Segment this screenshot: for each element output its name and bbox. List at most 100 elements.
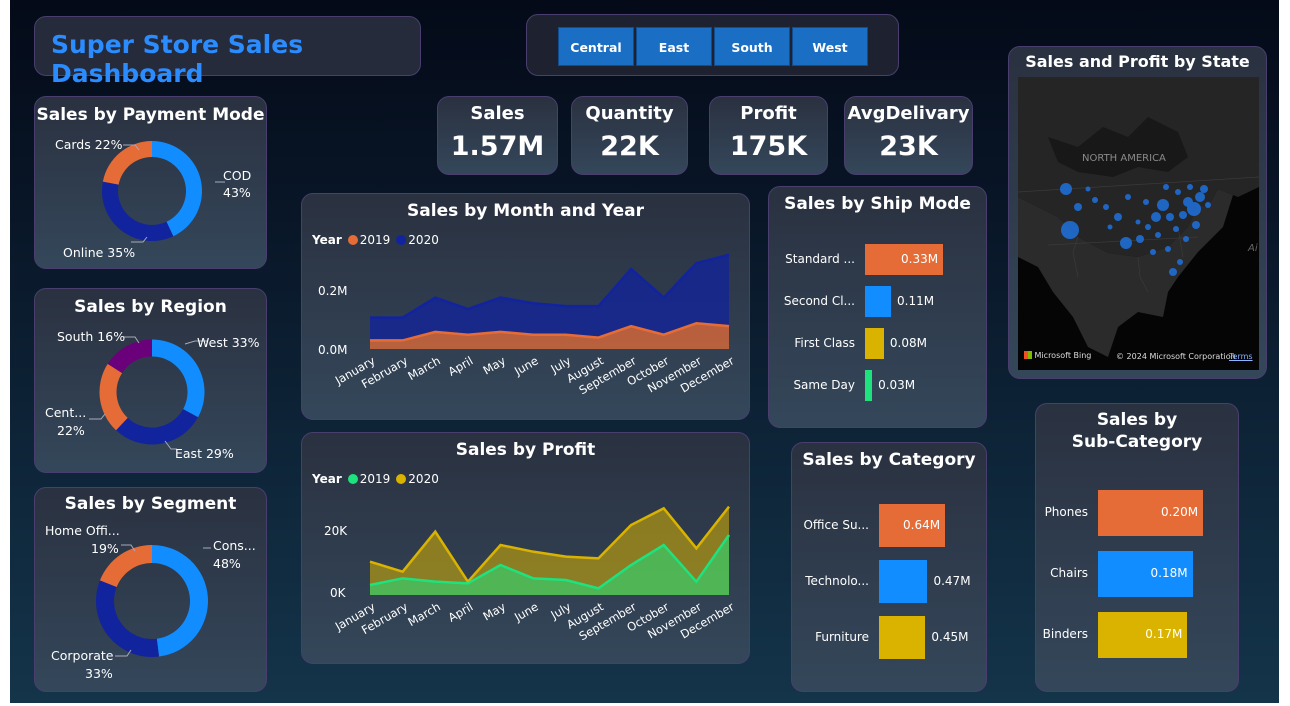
label-cards: Cards 22%: [55, 137, 123, 152]
bar-value-label: 0.03M: [878, 377, 916, 392]
x-tick-label: April: [446, 599, 476, 624]
x-tick-label: March: [405, 599, 442, 629]
profit-card[interactable]: Sales by Profit Year 2019 2020 20K 0K Janu…: [301, 432, 750, 664]
segment-card[interactable]: Sales by Segment Home Offi... 19% Cons..…: [34, 487, 267, 692]
bar-category-label: Phones: [1044, 505, 1088, 519]
bar-value-label: 0.64M: [903, 517, 941, 532]
bing-text: Microsoft Bing: [1034, 351, 1092, 360]
bar-category-label: Binders: [1042, 627, 1088, 641]
label-online: Online 35%: [63, 245, 136, 260]
label-east: East 29%: [175, 446, 234, 461]
bar-value-label: 0.08M: [889, 335, 927, 350]
donut-slice-east[interactable]: [116, 409, 199, 445]
bar-value-label: 0.45M: [931, 629, 969, 644]
month-year-card[interactable]: Sales by Month and Year Year 2019 2020 0.2…: [301, 193, 750, 420]
x-tick-label: March: [405, 353, 442, 383]
bar-same-day[interactable]: [865, 370, 873, 401]
label-west: West 33%: [197, 335, 260, 350]
card-title: Sales by Category: [802, 450, 976, 470]
kpi-label: Sales: [470, 103, 525, 124]
sub-category-card[interactable]: Sales by Sub-Category Phones 0.20M Chairs 0…: [1035, 403, 1239, 692]
label-consumer-pct: 48%: [213, 556, 241, 571]
bar-value-label: 0.20M: [1161, 505, 1199, 519]
kpi-label: Profit: [740, 103, 797, 124]
slicer-south-button[interactable]: South: [714, 27, 790, 66]
x-tick-label: June: [511, 599, 541, 624]
payment-mode-card[interactable]: Sales by Payment Mode Cards 22% COD 43% …: [34, 96, 267, 269]
kpi-profit: Profit 175K: [709, 96, 828, 175]
bar-category-label: Same Day: [793, 377, 855, 392]
bar-second-cl-[interactable]: [865, 286, 891, 317]
label-corporate: Corporate: [51, 648, 114, 663]
slicer-west-button[interactable]: West: [792, 27, 868, 66]
donut-slice-cod[interactable]: [152, 141, 202, 237]
bar-category-label: Chairs: [1050, 566, 1088, 580]
kpi-value: 23K: [879, 131, 938, 162]
area-series-2020[interactable]: [370, 254, 729, 341]
bar-furniture[interactable]: [879, 616, 926, 659]
region-slicer: Central East South West: [526, 14, 899, 76]
kpi-value: 1.57M: [450, 131, 545, 162]
title-card: Super Store Sales Dashboard: [34, 16, 421, 88]
x-tick-label: April: [446, 353, 476, 378]
x-tick-label: May: [480, 599, 508, 623]
slicer-central-button[interactable]: Central: [558, 27, 634, 66]
donut-slice-west[interactable]: [152, 339, 205, 418]
bar-category-label: Technolo...: [805, 573, 869, 588]
bar-value-label: 0.47M: [933, 573, 971, 588]
category-card[interactable]: Sales by Category Office Su... 0.64M Techn…: [791, 442, 987, 692]
bar-first-class[interactable]: [865, 328, 884, 359]
ship-mode-card[interactable]: Sales by Ship Mode Standard ... 0.33M Seco…: [768, 186, 987, 428]
kpi-label: AvgDelivary: [847, 103, 970, 124]
x-tick-label: June: [511, 353, 541, 378]
kpi-sales: Sales 1.57M: [437, 96, 558, 175]
kpi-label: Quantity: [585, 103, 674, 124]
kpi-value: 22K: [600, 131, 659, 162]
kpi-avg-delivery: AvgDelivary 23K: [844, 96, 973, 175]
label-central-pct: 22%: [57, 423, 85, 438]
dashboard-title: Super Store Sales Dashboard: [51, 30, 304, 88]
month-year-area-chart: JanuaryFebruaryMarch April May June JulyAugu…: [332, 253, 737, 397]
label-cod: COD: [223, 168, 252, 183]
bar-value-label: 0.17M: [1145, 627, 1183, 641]
slicer-east-button[interactable]: East: [636, 27, 712, 66]
bar-category-label: Second Cl...: [783, 293, 855, 308]
map-canvas[interactable]: NORTH AMERICA Ai Microsoft Bing © 2024 M…: [1018, 77, 1259, 370]
label-home-office: Home Offi...: [45, 523, 120, 538]
donut-slice-corporate[interactable]: [96, 580, 160, 657]
label-south: South 16%: [57, 329, 126, 344]
microsoft-icon: [1024, 351, 1032, 359]
label-corporate-pct: 33%: [85, 666, 113, 681]
bar-value-label: 0.11M: [897, 293, 935, 308]
donut-slice-online[interactable]: [102, 181, 174, 241]
card-title-line1: Sales by: [1096, 410, 1178, 430]
bar-category-label: Office Su...: [803, 517, 869, 532]
card-title: Sales by Ship Mode: [784, 194, 971, 214]
label-consumer: Cons...: [213, 538, 256, 553]
bar-value-label: 0.33M: [901, 251, 939, 266]
bar-category-label: Furniture: [815, 629, 869, 644]
label-home-office-pct: 19%: [91, 541, 119, 556]
bar-category-label: First Class: [794, 335, 855, 350]
label-central: Cent...: [45, 405, 87, 420]
dashboard-canvas: Super Store Sales Dashboard Central East…: [10, 0, 1279, 703]
bing-logo: Microsoft Bing: [1024, 351, 1091, 360]
bar-technolo-[interactable]: [879, 560, 928, 603]
map-edge-label: Ai: [1248, 243, 1258, 254]
card-title: Sales and Profit by State: [1025, 52, 1250, 71]
map-terms-link[interactable]: Terms: [1229, 352, 1253, 361]
region-card[interactable]: Sales by Region South 16% West 33% Cent.…: [34, 288, 267, 473]
kpi-quantity: Quantity 22K: [571, 96, 688, 175]
map-copyright: © 2024 Microsoft Corporation: [1116, 352, 1236, 361]
map-region-label: NORTH AMERICA: [1082, 153, 1166, 164]
north-america-map: [1018, 77, 1259, 357]
x-tick-label: May: [480, 353, 508, 377]
label-cod-pct: 43%: [223, 185, 251, 200]
profit-area-chart: JanuaryFebruaryMarch April May June JulyAugu…: [332, 505, 737, 643]
donut-slice-consumer[interactable]: [152, 545, 209, 657]
state-map-card[interactable]: Sales and Profit by State NORTH AMERICA …: [1008, 46, 1267, 379]
bar-value-label: 0.18M: [1150, 566, 1188, 580]
kpi-value: 175K: [729, 131, 808, 162]
donut-slice-central[interactable]: [99, 363, 128, 431]
donut-slice-south[interactable]: [107, 339, 152, 373]
